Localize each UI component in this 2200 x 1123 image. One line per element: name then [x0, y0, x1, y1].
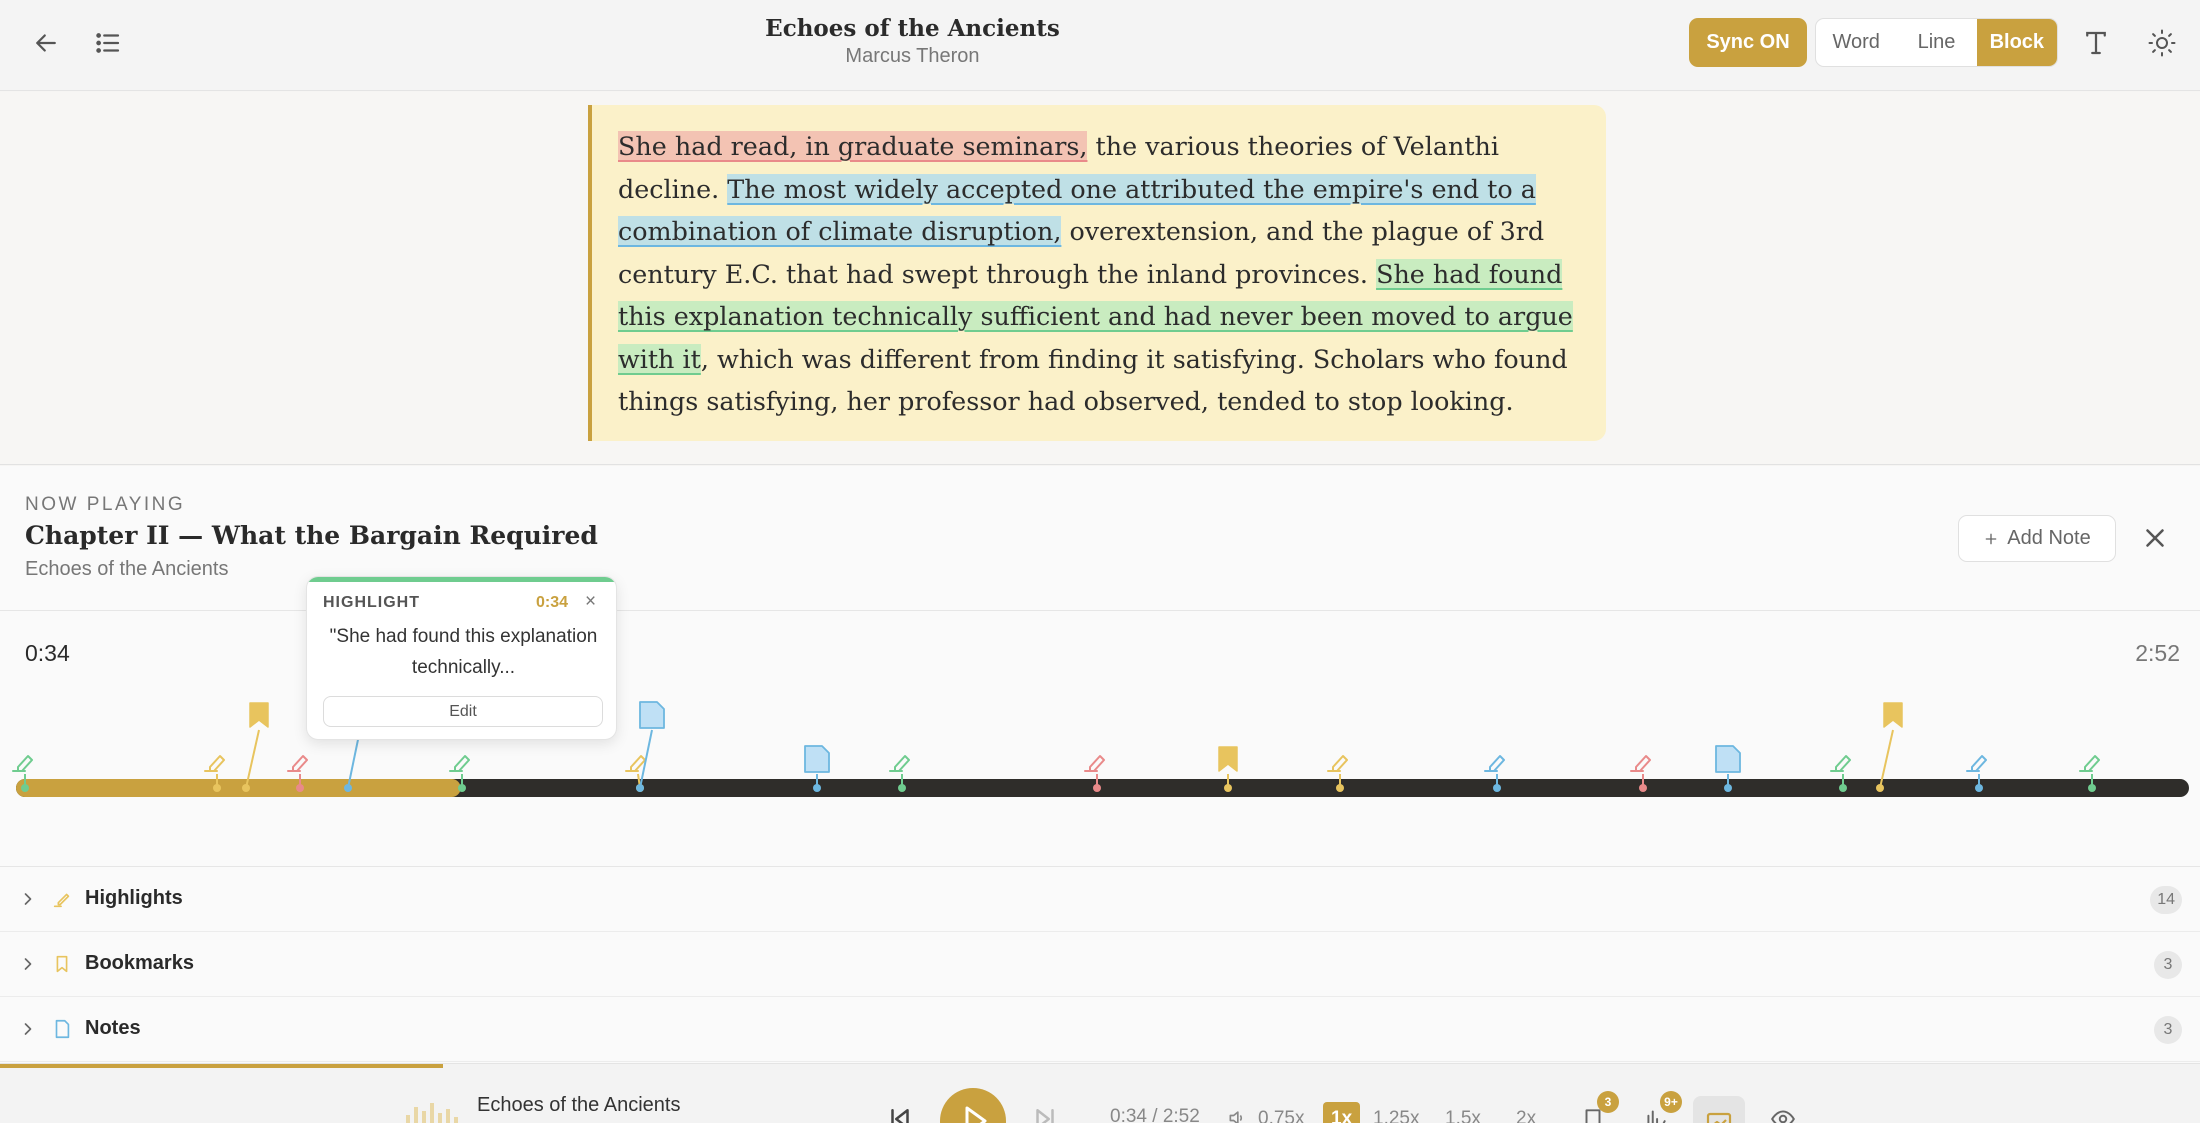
book-author: Marcus Theron — [845, 45, 980, 67]
popup-time[interactable]: 0:34 — [536, 594, 568, 612]
speed-option-active[interactable]: 1x — [1323, 1102, 1361, 1123]
now-playing-label: NOW PLAYING — [25, 494, 186, 515]
note-marker[interactable] — [636, 701, 665, 792]
top-bar: Echoes of the Ancients Marcus Theron Syn… — [0, 0, 2200, 91]
bookmark-marker[interactable] — [242, 702, 269, 792]
highlighter-icon — [53, 893, 70, 908]
mode-block-button[interactable]: Block — [1976, 19, 2057, 66]
play-button[interactable] — [940, 1088, 1006, 1123]
eye-icon[interactable] — [1770, 1106, 1796, 1123]
popup-close-icon[interactable]: × — [585, 591, 596, 613]
popup-color-bar — [307, 577, 616, 582]
chevron-right-icon[interactable] — [18, 889, 38, 909]
popup-excerpt: "She had found this explanation technica… — [329, 626, 598, 678]
panel-icon — [1706, 1112, 1732, 1123]
chevron-right-icon[interactable] — [18, 1019, 38, 1039]
bookmark-icon — [56, 955, 68, 973]
skip-next-icon[interactable] — [1030, 1104, 1060, 1123]
mode-line-button[interactable]: Line — [1896, 19, 1976, 66]
annotation-panel-toggle[interactable] — [1693, 1096, 1745, 1123]
speed-option[interactable]: 1.25x — [1365, 1102, 1427, 1123]
mini-player-time: 0:34 / 2:52 — [1110, 1106, 1200, 1123]
annotation-popup: HIGHLIGHT 0:34 × "She had found this exp… — [306, 576, 617, 740]
note-icon — [55, 1019, 70, 1039]
bookmark-marker[interactable] — [1876, 702, 1903, 792]
mini-player-bar: Echoes of the Ancients 0:34 / 2:52 0.75x… — [0, 1063, 2200, 1123]
section-highlights[interactable]: Highlights 14 — [0, 867, 2200, 932]
section-count-badge: 3 — [2154, 1016, 2182, 1044]
section-count-badge: 3 — [2154, 951, 2182, 979]
now-playing-panel: NOW PLAYING Chapter II — What the Bargai… — [0, 466, 2200, 1066]
section-notes[interactable]: Notes 3 — [0, 997, 2200, 1062]
add-note-button[interactable]: Add Note — [1958, 515, 2116, 562]
popup-type: HIGHLIGHT — [323, 594, 420, 611]
volume-icon[interactable] — [1226, 1108, 1248, 1123]
sync-mode-selector: Word Line Block — [1815, 18, 2058, 67]
active-passage-block[interactable]: She had read, in graduate seminars, the … — [588, 105, 1606, 441]
speed-option[interactable]: 1.5x — [1437, 1102, 1489, 1123]
total-time: 2:52 — [2135, 640, 2180, 666]
popup-edit-button[interactable]: Edit — [323, 696, 603, 727]
passage-text: , which was different from finding it sa… — [618, 343, 1568, 417]
plus-icon — [1985, 533, 1997, 544]
speed-option[interactable]: 0.75x — [1250, 1102, 1312, 1123]
chevron-right-icon[interactable] — [18, 954, 38, 974]
bookmark-count-badge: 3 — [1597, 1091, 1619, 1113]
text-settings-icon[interactable] — [2075, 22, 2117, 64]
mode-word-button[interactable]: Word — [1816, 19, 1896, 66]
add-note-label: Add Note — [2007, 527, 2091, 549]
highlight-span[interactable]: She had read, in graduate seminars, — [618, 131, 1088, 161]
chapter-title: Chapter II — What the Bargain Required — [25, 521, 598, 550]
section-bookmarks[interactable]: Bookmarks 3 — [0, 932, 2200, 997]
section-label: Bookmarks — [85, 952, 194, 974]
skip-previous-icon[interactable] — [885, 1104, 915, 1123]
book-title: Echoes of the Ancients — [765, 15, 1060, 42]
chapter-book-name: Echoes of the Ancients — [25, 558, 229, 580]
mini-player-title: Echoes of the Ancients — [477, 1094, 681, 1116]
current-time: 0:34 — [25, 640, 70, 666]
section-label: Notes — [85, 1017, 141, 1039]
close-icon[interactable] — [2140, 523, 2170, 553]
playback-progress[interactable] — [0, 1064, 443, 1068]
speed-option[interactable]: 2x — [1508, 1102, 1544, 1123]
theme-sun-icon[interactable] — [2141, 22, 2183, 64]
section-count-badge: 14 — [2150, 886, 2182, 914]
highlight-count-badge: 9+ — [1660, 1091, 1682, 1113]
sync-toggle-button[interactable]: Sync ON — [1689, 18, 1807, 67]
waveform-icon — [406, 1103, 458, 1123]
play-icon — [965, 1106, 987, 1123]
reader-pane: She had read, in graduate seminars, the … — [0, 92, 2200, 465]
section-label: Highlights — [85, 887, 183, 909]
